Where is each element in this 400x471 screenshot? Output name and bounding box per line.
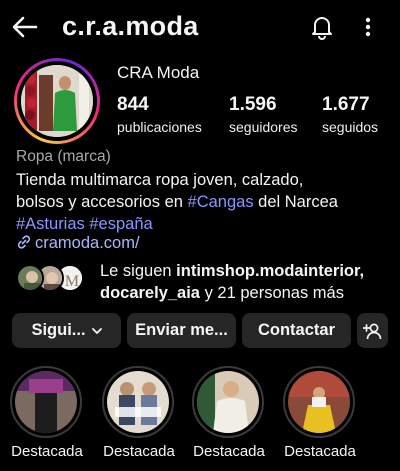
add-person-icon <box>362 323 381 339</box>
profile-category: Ropa (marca) <box>16 148 111 165</box>
bio-text: bolsos y accesorios en <box>16 193 188 211</box>
hashtag-asturias[interactable]: #Asturias <box>16 215 85 233</box>
stat-followers-count: 1.596 <box>229 94 277 115</box>
story-highlight[interactable]: Destacada <box>10 366 84 460</box>
following-button-label: Sigui... <box>31 321 86 339</box>
avatar-photo <box>21 65 93 137</box>
bell-icon[interactable] <box>308 13 336 41</box>
top-bar: c.r.a.moda <box>0 0 400 56</box>
bio-line-3: #Asturias #españa <box>16 213 390 235</box>
link-icon <box>17 235 31 249</box>
highlight-label: Destacada <box>193 443 265 460</box>
profile-link-text: cramoda.com/ <box>35 234 140 252</box>
suggest-users-button[interactable] <box>357 313 388 348</box>
message-button[interactable]: Enviar me... <box>127 313 236 348</box>
follower-avatar <box>16 264 44 292</box>
profile-link[interactable]: cramoda.com/ <box>16 234 140 253</box>
stat-following-label: seguidos <box>322 119 379 135</box>
stat-posts[interactable]: 844 publicaciones <box>117 94 202 135</box>
contact-button[interactable]: Contactar <box>242 313 351 348</box>
followed-by-prefix: Le siguen <box>100 262 177 280</box>
followed-by-suffix: y 21 personas más <box>199 284 344 302</box>
highlight-thumbnail <box>197 371 259 433</box>
highlight-label: Destacada <box>103 443 175 460</box>
profile-bio: Tienda multimarca ropa joven, calzado, b… <box>16 169 390 235</box>
highlight-thumbnail <box>288 371 350 433</box>
story-highlight[interactable]: Destacada <box>102 366 176 460</box>
followed-by-text: Le siguen intimshop.modainterior, docare… <box>100 260 396 304</box>
hashtag-cangas[interactable]: #Cangas <box>188 193 254 211</box>
story-highlight[interactable]: Destacada <box>192 366 266 460</box>
stat-followers[interactable]: 1.596 seguidores <box>229 94 298 135</box>
stat-following-count: 1.677 <box>322 94 370 115</box>
more-vertical-icon[interactable] <box>356 13 380 41</box>
follower-username[interactable]: intimshop.modainterior, <box>176 262 364 280</box>
stat-followers-label: seguidores <box>229 119 298 135</box>
display-name: CRA Moda <box>117 63 200 82</box>
bio-text: del Narcea <box>253 193 338 211</box>
hashtag-espana[interactable]: #españa <box>89 215 152 233</box>
stat-posts-label: publicaciones <box>117 119 202 135</box>
highlight-label: Destacada <box>11 443 83 460</box>
back-arrow-icon[interactable] <box>10 12 40 42</box>
stat-posts-count: 844 <box>117 94 149 115</box>
followed-by[interactable]: M Le siguen intimshop.modainterior, doca… <box>16 260 396 306</box>
stat-following[interactable]: 1.677 seguidos <box>322 94 378 135</box>
contact-button-label: Contactar <box>257 321 335 339</box>
profile-username: c.r.a.moda <box>62 11 199 41</box>
highlight-thumbnail <box>15 371 77 433</box>
highlight-thumbnail <box>107 371 169 433</box>
highlight-label: Destacada <box>284 443 356 460</box>
following-button[interactable]: Sigui... <box>12 313 121 348</box>
bio-line-2: bolsos y accesorios en #Cangas del Narce… <box>16 191 390 213</box>
profile-avatar[interactable] <box>14 58 100 144</box>
story-highlight[interactable]: Destacada <box>283 366 357 460</box>
chevron-down-icon <box>91 327 102 334</box>
svg-text:M: M <box>65 273 79 290</box>
message-button-label: Enviar me... <box>135 321 228 339</box>
bio-line-1: Tienda multimarca ropa joven, calzado, <box>16 171 304 189</box>
follower-username[interactable]: docarely_aia <box>100 284 200 302</box>
